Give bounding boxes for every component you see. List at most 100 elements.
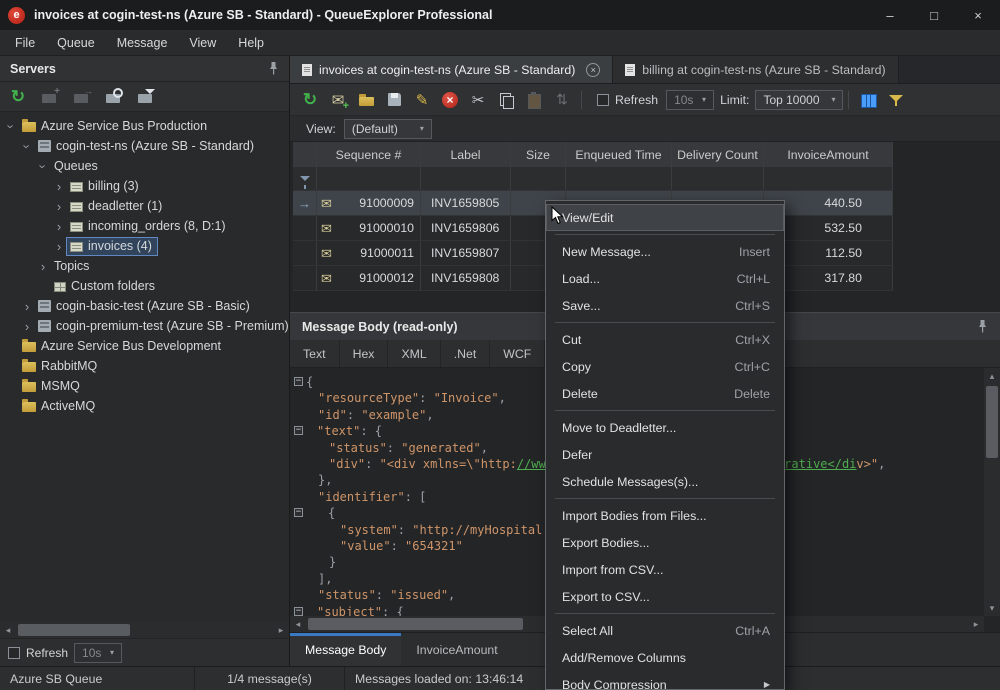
auto-refresh-checkbox[interactable] (597, 94, 609, 106)
format-tab-net[interactable]: .Net (441, 340, 491, 367)
filter-cell[interactable] (764, 167, 893, 190)
menu-item-body-compression[interactable]: Body Compression▶ (546, 671, 784, 690)
add-server-button[interactable] (36, 84, 64, 110)
filter-cell[interactable] (421, 167, 511, 190)
scroll-track[interactable] (16, 622, 273, 638)
close-tab-icon[interactable]: × (586, 63, 600, 77)
refresh-interval-dropdown[interactable]: 10s ▾ (74, 643, 122, 663)
refresh-servers-button[interactable] (4, 84, 32, 110)
menu-item-move-to-deadletter[interactable]: Move to Deadletter... (546, 414, 784, 441)
filter-cell[interactable] (672, 167, 764, 190)
menu-item-add-remove-columns[interactable]: Add/Remove Columns (546, 644, 784, 671)
filter-cell[interactable] (317, 167, 421, 190)
expander-icon[interactable]: › (4, 119, 19, 133)
tree-item-body[interactable]: deadletter (1) (66, 197, 168, 216)
format-tab-text[interactable]: Text (290, 340, 340, 367)
pin-icon[interactable] (977, 319, 988, 334)
tree-item-body[interactable]: cogin-basic-test (Azure SB - Basic) (34, 297, 256, 316)
edit-message-button[interactable] (408, 87, 436, 113)
menu-item-view-edit[interactable]: View/Edit (546, 204, 784, 231)
column-header-invoiceamount[interactable]: InvoiceAmount (764, 142, 893, 167)
tree-item[interactable]: ›Topics (0, 256, 289, 276)
tree-item-body[interactable]: incoming_orders (8, D:1) (66, 217, 232, 236)
view-dropdown[interactable]: (Default) ▾ (344, 119, 432, 139)
refresh-checkbox[interactable] (8, 647, 20, 659)
column-header-indicator[interactable] (293, 142, 317, 167)
tree-item[interactable]: ›deadletter (1) (0, 196, 289, 216)
tree-item-body[interactable]: billing (3) (66, 177, 145, 196)
refresh-button[interactable] (296, 87, 324, 113)
tree-item-body[interactable]: ActiveMQ (18, 397, 101, 416)
tree-item-body[interactable]: MSMQ (18, 377, 86, 396)
expander-icon[interactable]: › (20, 299, 34, 314)
tree-item[interactable]: ›cogin-premium-test (Azure SB - Premium) (0, 316, 289, 336)
menu-item-export-to-csv[interactable]: Export to CSV... (546, 583, 784, 610)
menu-help[interactable]: Help (227, 30, 275, 55)
menu-queue[interactable]: Queue (46, 30, 106, 55)
menu-item-delete[interactable]: DeleteDelete (546, 380, 784, 407)
browse-folders-button[interactable] (100, 84, 128, 110)
tree-item[interactable]: ›Azure Service Bus Production (0, 116, 289, 136)
collapse-icon[interactable]: − (294, 426, 303, 435)
scroll-thumb[interactable] (308, 618, 523, 630)
menu-item-save[interactable]: Save...Ctrl+S (546, 292, 784, 319)
bottom-tab-invoiceamount[interactable]: InvoiceAmount (401, 633, 512, 666)
scroll-right-icon[interactable]: ▸ (273, 622, 289, 638)
scroll-left-icon[interactable]: ◂ (290, 616, 306, 632)
bottom-tab-message-body[interactable]: Message Body (290, 633, 401, 666)
servers-horizontal-scrollbar[interactable]: ◂ ▸ (0, 622, 289, 638)
column-header-delivery-count[interactable]: Delivery Count (672, 142, 764, 167)
document-tab[interactable]: invoices at cogin-test-ns (Azure SB - St… (290, 56, 613, 83)
tree-item[interactable]: ›cogin-basic-test (Azure SB - Basic) (0, 296, 289, 316)
tree-item-body[interactable]: RabbitMQ (18, 357, 103, 376)
maximize-button[interactable]: □ (912, 0, 956, 30)
document-tab[interactable]: billing at cogin-test-ns (Azure SB - Sta… (613, 56, 898, 83)
delete-message-button[interactable] (436, 87, 464, 113)
menu-item-select-all[interactable]: Select AllCtrl+A (546, 617, 784, 644)
menu-item-load[interactable]: Load...Ctrl+L (546, 265, 784, 292)
filter-button[interactable] (882, 87, 910, 113)
scroll-left-icon[interactable]: ◂ (0, 622, 16, 638)
menu-file[interactable]: File (4, 30, 46, 55)
expander-icon[interactable]: › (52, 219, 66, 234)
expander-icon[interactable]: › (52, 199, 66, 214)
new-message-button[interactable] (324, 87, 352, 113)
tree-item[interactable]: Custom folders (0, 276, 289, 296)
tree-item-body[interactable]: invoices (4) (66, 237, 158, 256)
pin-icon[interactable] (268, 61, 279, 76)
menu-view[interactable]: View (178, 30, 227, 55)
tree-item-body[interactable]: Topics (50, 257, 95, 276)
tree-item-body[interactable]: Custom folders (50, 277, 161, 296)
format-tab-xml[interactable]: XML (388, 340, 440, 367)
tree-item[interactable]: ›Queues (0, 156, 289, 176)
tree-item[interactable]: ›invoices (4) (0, 236, 289, 256)
expander-icon[interactable]: › (20, 319, 34, 334)
tree-item[interactable]: ›incoming_orders (8, D:1) (0, 216, 289, 236)
menu-item-import-from-csv[interactable]: Import from CSV... (546, 556, 784, 583)
expander-icon[interactable]: › (52, 179, 66, 194)
scroll-right-icon[interactable]: ▸ (968, 616, 984, 632)
tree-item[interactable]: MSMQ (0, 376, 289, 396)
filter-cell[interactable] (293, 167, 317, 190)
remove-server-button[interactable] (68, 84, 96, 110)
minimize-button[interactable]: – (868, 0, 912, 30)
tree-item-body[interactable]: cogin-premium-test (Azure SB - Premium) (34, 317, 289, 336)
limit-dropdown[interactable]: Top 10000 ▾ (755, 90, 843, 110)
scroll-thumb[interactable] (18, 624, 130, 636)
menu-item-cut[interactable]: CutCtrl+X (546, 326, 784, 353)
menu-item-schedule-messages-s[interactable]: Schedule Messages(s)... (546, 468, 784, 495)
tree-item-body[interactable]: Azure Service Bus Production (18, 117, 213, 136)
expander-icon[interactable]: › (36, 259, 50, 274)
column-header-size[interactable]: Size (511, 142, 566, 167)
scroll-down-icon[interactable]: ▾ (984, 600, 1000, 616)
menu-message[interactable]: Message (106, 30, 179, 55)
vertical-scrollbar[interactable]: ▴ ▾ (984, 368, 1000, 616)
expander-icon[interactable]: › (20, 139, 35, 153)
copy-button[interactable] (492, 87, 520, 113)
tree-item[interactable]: Azure Service Bus Development (0, 336, 289, 356)
menu-item-export-bodies[interactable]: Export Bodies... (546, 529, 784, 556)
scroll-up-icon[interactable]: ▴ (984, 368, 1000, 384)
save-button[interactable] (380, 87, 408, 113)
tree-item-body[interactable]: Queues (50, 157, 104, 176)
collapse-icon[interactable]: − (294, 508, 303, 517)
